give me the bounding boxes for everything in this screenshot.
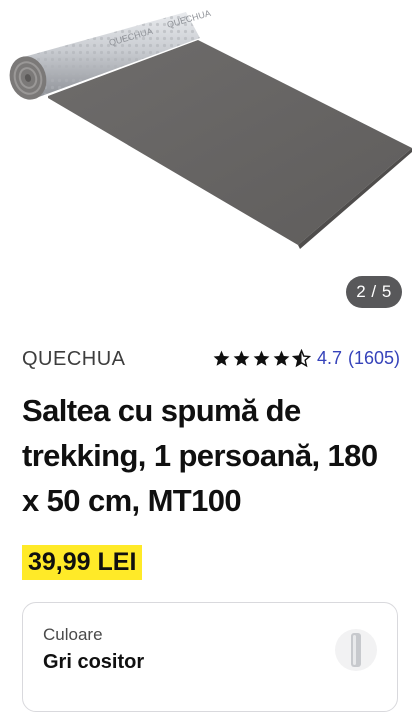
product-price: 39,99 LEI [22, 545, 143, 580]
mat-swatch-icon [351, 633, 361, 667]
rating-count: (1605) [347, 348, 400, 368]
rating-stars [212, 349, 311, 368]
color-selector[interactable]: Culoare Gri cositor [22, 602, 398, 712]
half-star-icon [291, 349, 311, 368]
star-icon [213, 350, 230, 366]
product-image-gallery[interactable]: QUECHUA QUECHUA 2 / 5 [0, 0, 420, 320]
star-icon [233, 350, 250, 366]
color-swatch[interactable] [335, 629, 377, 671]
brand-rating-row: QUECHUA 4.7 (1605) [22, 346, 402, 374]
rating-value: 4.7 [316, 348, 342, 368]
color-value: Gri cositor [43, 651, 145, 673]
gallery-counter: 2 / 5 [346, 276, 402, 308]
product-title: Saltea cu spumă de trekking, 1 persoană,… [22, 393, 378, 518]
rating[interactable]: 4.7 (1605) [212, 348, 400, 369]
brand-name[interactable]: QUECHUA [22, 348, 126, 371]
color-label: Culoare [43, 625, 103, 644]
star-icon [253, 350, 270, 366]
star-icon [273, 350, 290, 366]
product-image: QUECHUA QUECHUA [9, 8, 412, 249]
